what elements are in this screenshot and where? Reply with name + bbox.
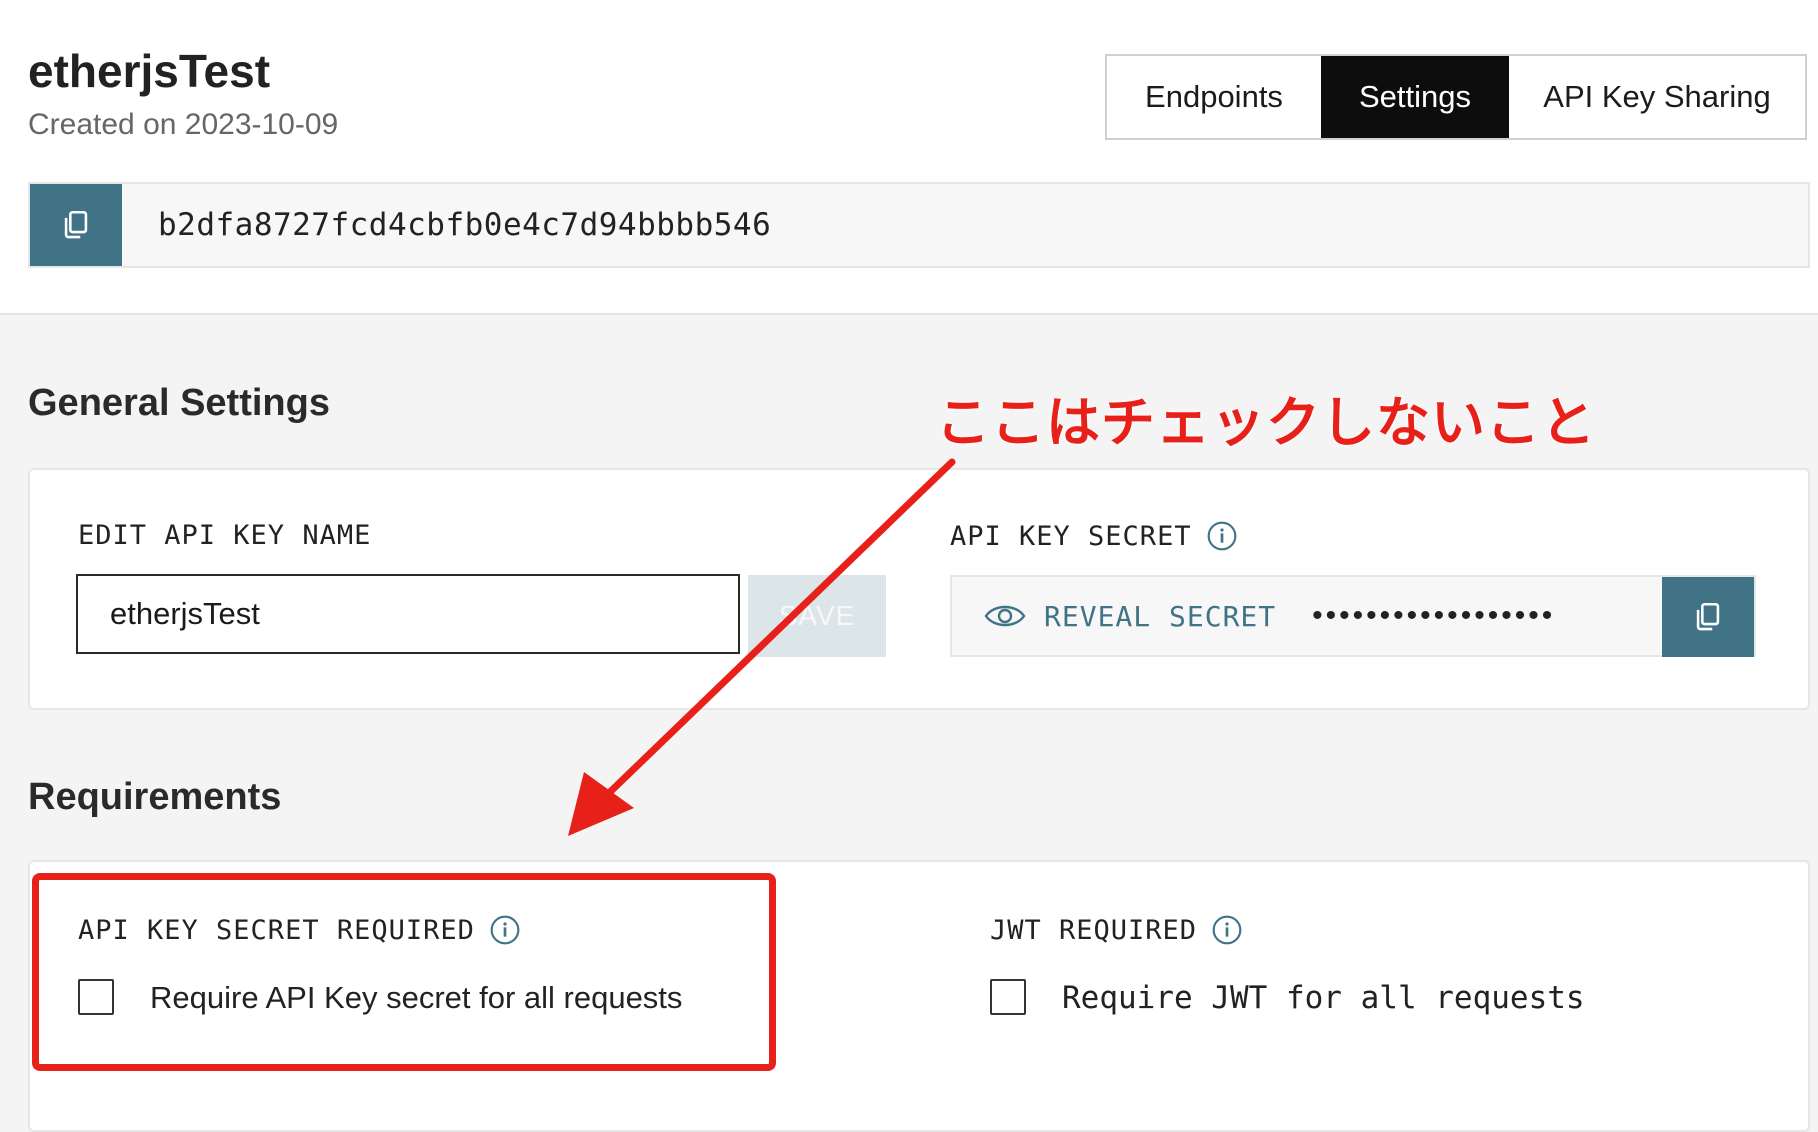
requirements-heading: Requirements (28, 776, 282, 818)
api-key-secret-label: API KEY SECRET (950, 520, 1238, 552)
save-button[interactable]: SAVE (748, 575, 886, 657)
edit-name-label-text: EDIT API KEY NAME (78, 520, 372, 551)
annotation-text: ここはチェックしないこと (936, 393, 1596, 453)
eye-icon (984, 605, 1026, 627)
tab-endpoints[interactable]: Endpoints (1107, 56, 1321, 138)
edit-name-label: EDIT API KEY NAME (78, 520, 371, 551)
api-key-value: b2dfa8727fcd4cbfb0e4c7d94bbbb546 (158, 207, 772, 243)
copy-secret-button[interactable] (1662, 577, 1754, 657)
created-date: Created on 2023-10-09 (28, 108, 339, 141)
page-header: etherjsTest Created on 2023-10-09 Endpoi… (0, 0, 1818, 315)
jwt-required-label-text: JWT REQUIRED (990, 914, 1198, 946)
copy-icon (1696, 602, 1720, 631)
copy-api-key-button[interactable] (30, 184, 122, 266)
api-key-row: b2dfa8727fcd4cbfb0e4c7d94bbbb546 (28, 182, 1810, 268)
masked-secret: •••••••••••••••••• (1312, 599, 1556, 632)
api-key-secret-field: REVEAL SECRET •••••••••••••••••• (950, 575, 1756, 657)
api-key-secret-label-text: API KEY SECRET (950, 520, 1192, 552)
general-settings-heading: General Settings (28, 382, 330, 424)
api-key-name-input[interactable] (76, 574, 740, 654)
info-icon[interactable] (1211, 914, 1243, 946)
reveal-secret-button[interactable]: REVEAL SECRET (952, 577, 1276, 655)
info-icon[interactable] (1206, 520, 1238, 552)
jwt-required-checkbox-label[interactable]: Require JWT for all requests (1062, 980, 1585, 1016)
reveal-secret-label: REVEAL SECRET (1044, 599, 1277, 633)
copy-icon (64, 210, 88, 239)
jwt-required-checkbox[interactable] (990, 979, 1026, 1015)
tab-bar: Endpoints Settings API Key Sharing (1105, 54, 1807, 140)
jwt-required-label: JWT REQUIRED (990, 914, 1243, 946)
tab-settings[interactable]: Settings (1321, 56, 1509, 138)
tab-api-key-sharing[interactable]: API Key Sharing (1509, 56, 1805, 138)
annotation-highlight-box (32, 873, 776, 1071)
page-title: etherjsTest (28, 45, 271, 97)
